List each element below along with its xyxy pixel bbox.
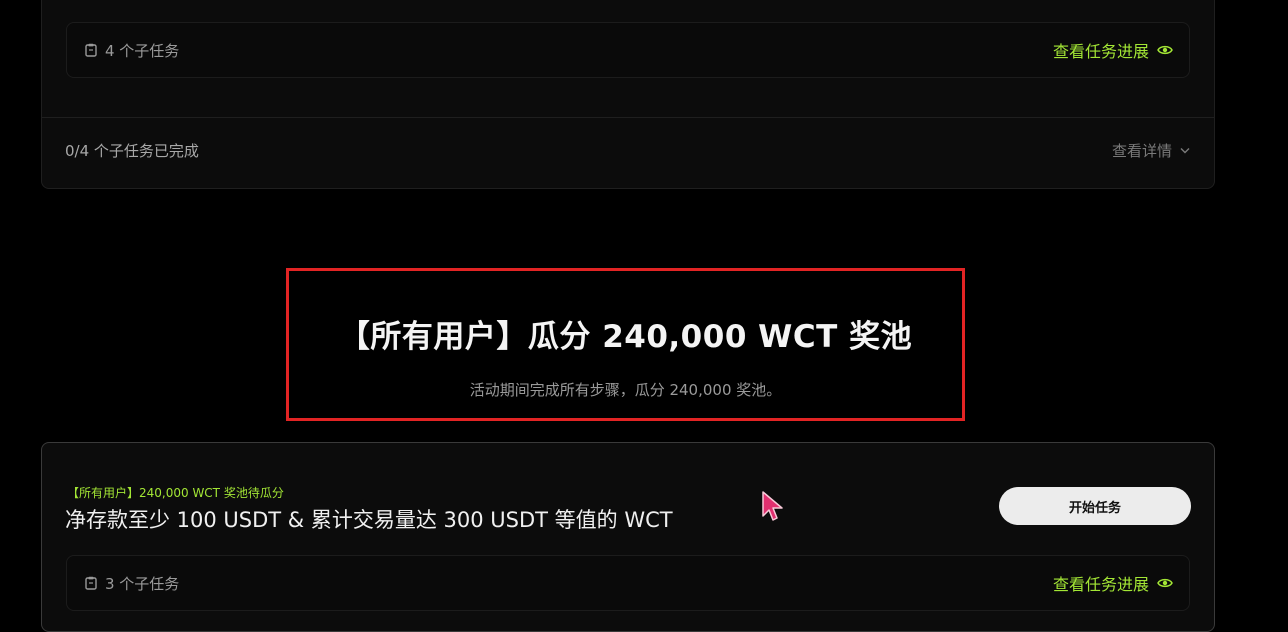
subtask-summary: 3 个子任务 [85,556,179,610]
view-task-progress-label: 查看任务进展 [1052,575,1149,594]
eye-icon [1157,578,1173,588]
view-task-progress-link[interactable]: 查看任务进展 [1053,556,1173,610]
task-card: 【所有用户】240,000 WCT 奖池待瓜分 净存款至少 100 USDT &… [41,442,1215,632]
subtask-count: 4 个子任务 [105,41,180,60]
pool-tag: 【所有用户】240,000 WCT 奖池待瓜分 [67,486,284,500]
section-subtitle: 活动期间完成所有步骤，瓜分 240,000 奖池。 [469,381,782,399]
task-title: 净存款至少 100 USDT & 累计交易量达 300 USDT 等值的 WCT [65,508,673,532]
completed-status: 0/4 个子任务已完成 [65,142,199,160]
section-header-highlight: 【所有用户】瓜分 240,000 WCT 奖池 活动期间完成所有步骤，瓜分 24… [286,268,965,421]
section-title: 【所有用户】瓜分 240,000 WCT 奖池 [338,319,913,355]
view-task-progress-label: 查看任务进展 [1052,42,1149,61]
mouse-cursor-icon [762,491,783,521]
chevron-down-icon [1180,148,1190,154]
start-task-button[interactable]: 开始任务 [999,487,1191,525]
divider [42,117,1214,118]
eye-icon [1157,45,1173,55]
task-card-previous: 4 个子任务 查看任务进展 0/4 个子任务已完成 查看详情 [41,0,1215,189]
subtask-summary: 4 个子任务 [85,23,179,77]
view-details-link[interactable]: 查看详情 [1112,140,1190,161]
clipboard-icon [85,43,97,57]
subtask-row: 3 个子任务 查看任务进展 [66,555,1190,611]
view-details-label: 查看详情 [1111,142,1172,160]
clipboard-icon [85,576,97,590]
subtask-count: 3 个子任务 [105,574,180,593]
view-task-progress-link[interactable]: 查看任务进展 [1053,23,1173,77]
subtask-row: 4 个子任务 查看任务进展 [66,22,1190,78]
